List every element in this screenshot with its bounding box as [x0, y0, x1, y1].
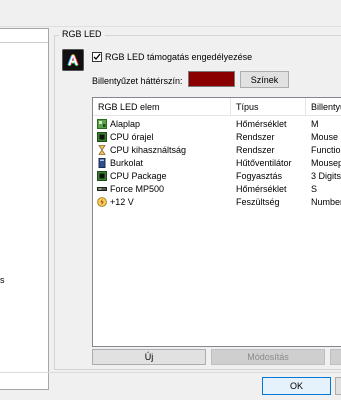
- item-type: Rendszer: [236, 145, 275, 155]
- rgb-led-settings-window: is RGB LED A RGB LED támogatás engedélye…: [0, 0, 341, 400]
- rgb-led-list[interactable]: RGB LED elem Típus Billentyű Alaplap Hőm…: [92, 97, 341, 347]
- item-key: Mouse: [311, 132, 339, 142]
- cpu-icon: [97, 132, 107, 142]
- item-key: 3 Digits: [311, 171, 341, 181]
- motherboard-icon: [97, 119, 107, 129]
- group-title: RGB LED: [59, 29, 105, 39]
- hourglass-icon: [98, 145, 106, 155]
- column-header-item[interactable]: RGB LED elem: [93, 98, 231, 116]
- item-type: Feszültség: [236, 197, 280, 207]
- background-color-label: Billentyűzet háttérszín:: [92, 76, 183, 86]
- footer-divider: [0, 372, 341, 373]
- item-key: Mousepa: [311, 158, 341, 168]
- item-type: Fogyasztás: [236, 171, 283, 181]
- case-icon: [98, 158, 106, 168]
- item-name: CPU órajel: [110, 132, 154, 142]
- list-item[interactable]: Alaplap Hőmérséklet M: [93, 118, 341, 130]
- aida-logo-icon: A: [62, 49, 84, 71]
- column-header-key[interactable]: Billentyű: [306, 98, 341, 116]
- item-name: Force MP500: [110, 184, 165, 194]
- item-key: S: [311, 184, 318, 194]
- item-name: CPU kihasználtság: [110, 145, 187, 155]
- top-divider: [0, 26, 341, 27]
- list-item[interactable]: Burkolat Hűtőventilátor Mousepa: [93, 157, 341, 169]
- item-name: Burkolat: [110, 158, 144, 168]
- left-panel-header: [0, 29, 48, 43]
- item-key: M: [311, 119, 319, 129]
- item-key: Function: [311, 145, 341, 155]
- item-type: Hőmérséklet: [236, 184, 287, 194]
- item-type: Hőmérséklet: [236, 119, 287, 129]
- voltage-icon: [97, 197, 107, 207]
- item-name: Alaplap: [110, 119, 141, 129]
- background-color-swatch[interactable]: [188, 71, 235, 87]
- list-header: RGB LED elem Típus Billentyű: [93, 98, 341, 116]
- delete-button[interactable]: [330, 349, 341, 365]
- list-item[interactable]: CPU Package Fogyasztás 3 Digits: [93, 170, 341, 182]
- ok-button[interactable]: OK: [262, 377, 331, 395]
- cpu-icon: [97, 171, 107, 181]
- enable-rgb-checkbox[interactable]: [92, 52, 102, 62]
- item-name: CPU Package: [110, 171, 167, 181]
- column-header-type[interactable]: Típus: [231, 98, 306, 116]
- edit-button[interactable]: Módosítás: [211, 349, 325, 365]
- list-item[interactable]: +12 V Feszültség Number: [93, 196, 341, 208]
- item-type: Hűtőventilátor: [236, 158, 292, 168]
- item-name: +12 V: [110, 197, 134, 207]
- enable-rgb-label: RGB LED támogatás engedélyezése: [105, 52, 253, 62]
- item-key: Number: [311, 197, 341, 207]
- new-button[interactable]: Új: [92, 349, 206, 365]
- list-item[interactable]: CPU kihasználtság Rendszer Function: [93, 144, 341, 156]
- item-type: Rendszer: [236, 132, 275, 142]
- left-panel-item[interactable]: is: [0, 275, 5, 285]
- cancel-button[interactable]: [335, 377, 341, 395]
- enable-rgb-row[interactable]: RGB LED támogatás engedélyezése: [92, 52, 252, 62]
- colors-button[interactable]: Színek: [240, 71, 289, 88]
- list-item[interactable]: Force MP500 Hőmérséklet S: [93, 183, 341, 195]
- left-navigation-panel[interactable]: is: [0, 28, 49, 390]
- checkmark-icon: [93, 53, 101, 60]
- drive-icon: [97, 187, 107, 191]
- list-item[interactable]: CPU órajel Rendszer Mouse: [93, 131, 341, 143]
